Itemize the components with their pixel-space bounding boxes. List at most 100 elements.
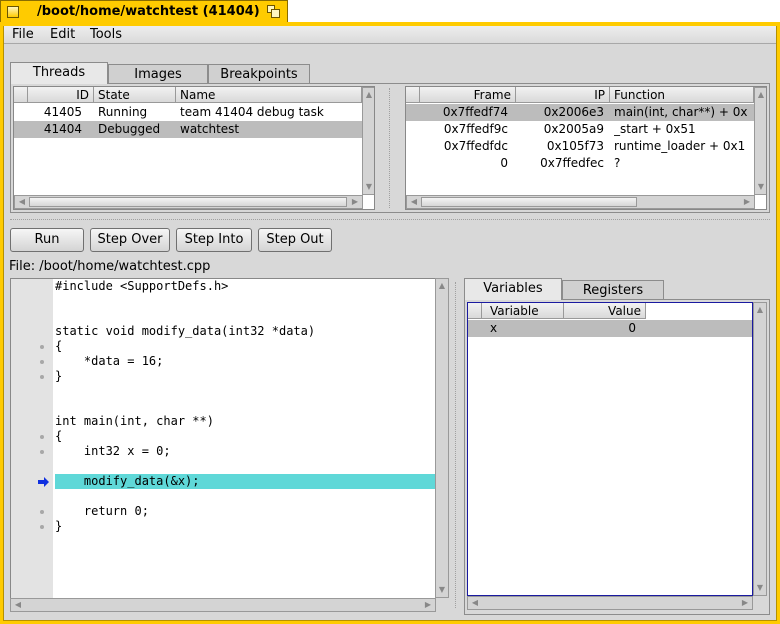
frame-address: 0x7ffedfdc	[443, 139, 508, 153]
scroll-right-icon[interactable]: ▶	[349, 197, 361, 207]
step-into-button[interactable]: Step Into	[176, 228, 252, 252]
source-line: return 0;	[55, 504, 149, 518]
source-line: modify_data(&x);	[55, 474, 200, 488]
variables-list[interactable]: Variable Value x 0	[467, 302, 753, 596]
variable-row[interactable]: x 0	[468, 320, 752, 337]
scroll-down-icon[interactable]: ▼	[754, 583, 766, 593]
stack-frame-row[interactable]: 0x7ffedf9c 0x2005a9 _start + 0x51	[406, 121, 766, 138]
menu-edit[interactable]: Edit	[50, 27, 75, 42]
breakpoint-marker-icon[interactable]	[40, 375, 44, 379]
source-vertical-scrollbar[interactable]: ▲ ▼	[435, 278, 449, 598]
step-out-button[interactable]: Step Out	[258, 228, 332, 252]
debug-toolbar: Run Step Over Step Into Step Out	[10, 228, 410, 254]
stack-frame-row[interactable]: 0x7ffedfdc 0x105f73 runtime_loader + 0x1	[406, 138, 766, 155]
scroll-left-icon[interactable]: ◀	[408, 197, 420, 207]
tab-variables[interactable]: Variables	[464, 278, 562, 300]
threads-vertical-scrollbar[interactable]: ▲ ▼	[362, 87, 374, 195]
variables-vertical-scrollbar[interactable]: ▲ ▼	[753, 302, 767, 596]
breakpoint-marker-icon[interactable]	[40, 525, 44, 529]
tab-breakpoints[interactable]: Breakpoints	[208, 64, 310, 84]
breakpoint-marker-icon[interactable]	[40, 360, 44, 364]
frame-function: ?	[614, 156, 621, 170]
stack-frame-row[interactable]: 0 0x7ffedfec ?	[406, 155, 766, 172]
threads-list[interactable]: ID State Name 41405 Running team 41404 d…	[13, 86, 375, 210]
scroll-left-icon[interactable]: ◀	[12, 600, 24, 610]
run-button[interactable]: Run	[10, 228, 84, 252]
frame-address: 0	[500, 156, 508, 170]
scroll-thumb[interactable]	[29, 197, 347, 207]
current-line-arrow-icon	[38, 477, 49, 487]
frame-function: _start + 0x51	[614, 122, 696, 136]
source-line: {	[55, 339, 63, 353]
source-gutter[interactable]	[11, 279, 53, 611]
source-line: *data = 16;	[55, 354, 164, 368]
menu-bar: File Edit Tools	[4, 26, 776, 44]
threads-horizontal-scrollbar[interactable]: ◀ ▶	[14, 195, 363, 209]
menu-tools[interactable]: Tools	[90, 27, 122, 42]
threads-tab-panel: ID State Name 41405 Running team 41404 d…	[10, 83, 770, 213]
scroll-up-icon[interactable]: ▲	[436, 281, 448, 291]
column-header-variable[interactable]: Variable	[482, 303, 564, 319]
close-box-icon[interactable]	[7, 6, 19, 18]
scroll-right-icon[interactable]: ▶	[422, 600, 434, 610]
frame-function: runtime_loader + 0x1	[614, 139, 746, 153]
source-view[interactable]: #include <SupportDefs.h> static void modi…	[10, 278, 436, 612]
split-handle[interactable]	[389, 88, 390, 208]
scroll-left-icon[interactable]: ◀	[16, 197, 28, 207]
scroll-up-icon[interactable]: ▲	[755, 90, 766, 100]
menu-file[interactable]: File	[12, 27, 34, 42]
scroll-right-icon[interactable]: ▶	[739, 598, 751, 608]
thread-row[interactable]: 41404 Debugged watchtest	[14, 121, 374, 138]
scroll-down-icon[interactable]: ▼	[363, 182, 374, 192]
breakpoint-marker-icon[interactable]	[40, 435, 44, 439]
tab-images[interactable]: Images	[108, 64, 208, 84]
zoom-box-icon[interactable]	[267, 5, 280, 18]
scroll-down-icon[interactable]: ▼	[436, 585, 448, 595]
stack-horizontal-scrollbar[interactable]: ◀ ▶	[406, 195, 755, 209]
horizontal-split-handle[interactable]	[10, 219, 770, 220]
column-header-name[interactable]: Name	[176, 87, 362, 103]
thread-name: watchtest	[180, 122, 240, 136]
column-header-frame[interactable]: Frame	[420, 87, 516, 103]
thread-state: Debugged	[98, 122, 161, 136]
column-header-ip[interactable]: IP	[516, 87, 610, 103]
thread-name: team 41404 debug task	[180, 105, 324, 119]
stack-trace-list[interactable]: Frame IP Function 0x7ffedf74 0x2006e3 ma…	[405, 86, 767, 210]
column-header-id[interactable]: ID	[28, 87, 94, 103]
scroll-down-icon[interactable]: ▼	[755, 182, 766, 192]
scroll-up-icon[interactable]: ▲	[363, 90, 374, 100]
window-tab[interactable]: /boot/home/watchtest (41404)	[0, 0, 288, 22]
scroll-up-icon[interactable]: ▲	[754, 305, 766, 315]
tab-registers[interactable]: Registers	[562, 280, 664, 300]
source-horizontal-scrollbar[interactable]: ◀ ▶	[10, 598, 436, 612]
column-header-state[interactable]: State	[94, 87, 176, 103]
frame-ip: 0x2006e3	[543, 105, 604, 119]
frame-function: main(int, char**) + 0x	[614, 105, 748, 119]
frame-ip: 0x2005a9	[543, 122, 604, 136]
scroll-right-icon[interactable]: ▶	[741, 197, 753, 207]
stack-frame-row[interactable]: 0x7ffedf74 0x2006e3 main(int, char**) + …	[406, 104, 766, 121]
breakpoint-marker-icon[interactable]	[40, 345, 44, 349]
window-title: /boot/home/watchtest (41404)	[37, 4, 260, 19]
frame-address: 0x7ffedf9c	[443, 122, 508, 136]
variables-horizontal-scrollbar[interactable]: ◀ ▶	[467, 596, 753, 610]
thread-state: Running	[98, 105, 148, 119]
tab-threads[interactable]: Threads	[10, 62, 108, 84]
frame-address: 0x7ffedf74	[442, 105, 508, 119]
thread-id: 41405	[43, 105, 82, 119]
column-spacer	[14, 87, 28, 103]
thread-id: 41404	[43, 122, 82, 136]
step-over-button[interactable]: Step Over	[90, 228, 170, 252]
column-header-function[interactable]: Function	[610, 87, 754, 103]
source-line: int main(int, char **)	[55, 414, 214, 428]
source-line: {	[55, 429, 63, 443]
breakpoint-marker-icon[interactable]	[40, 450, 44, 454]
thread-row[interactable]: 41405 Running team 41404 debug task	[14, 104, 374, 121]
stack-vertical-scrollbar[interactable]: ▲ ▼	[754, 87, 766, 195]
scroll-left-icon[interactable]: ◀	[469, 598, 481, 608]
variable-name: x	[490, 321, 498, 335]
scroll-thumb[interactable]	[421, 197, 637, 207]
column-header-value[interactable]: Value	[564, 303, 646, 319]
breakpoint-marker-icon[interactable]	[40, 510, 44, 514]
vertical-split-handle[interactable]	[455, 282, 456, 608]
